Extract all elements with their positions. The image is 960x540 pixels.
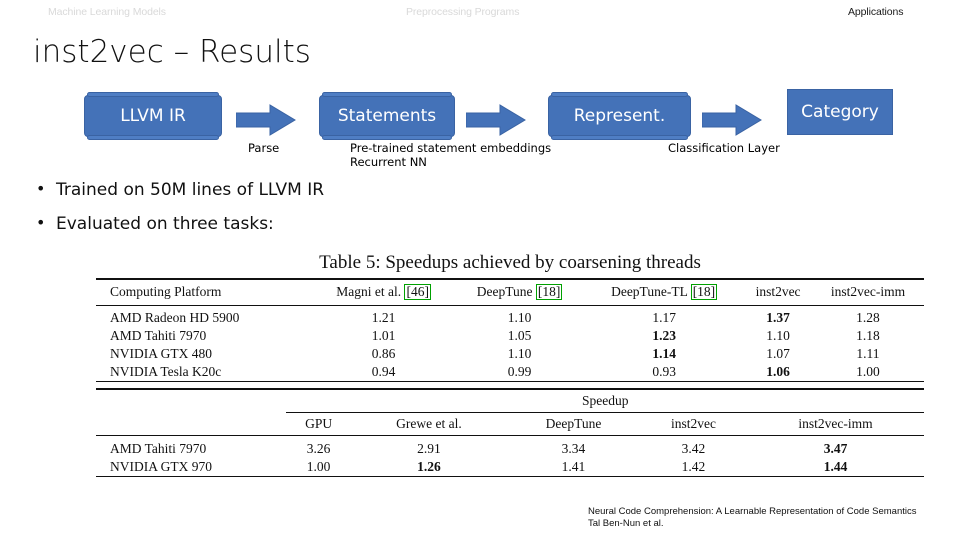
table1-caption: Table 5: Speedups achieved by coarsening… [319, 252, 701, 273]
flow-caption-classification-line1: Classification Layer [668, 141, 780, 155]
table2-cell-value: 1.00 [306, 459, 331, 475]
flow-caption-parse-line1: Parse [248, 141, 280, 155]
source-citation-title: Neural Code Comprehension: A Learnable R… [588, 506, 917, 517]
flow-box-statements-label: Statements [337, 106, 437, 126]
table2-col-grewe: Grewe et al. [396, 416, 462, 432]
table1-cell-platform: AMD Radeon HD 5900 [110, 310, 240, 326]
table2-header-row: GPU Grewe et al. DeepTune inst2vec inst2… [96, 413, 924, 436]
flow-box-llvm-ir-label: LLVM IR [120, 106, 186, 126]
citation-18[interactable]: [18] [535, 284, 563, 301]
table1-cell-value: 1.18 [856, 328, 880, 344]
flow-box-llvm-ir[interactable]: LLVM IR [84, 92, 222, 140]
table2-col-gpu: GPU [305, 416, 333, 432]
table1-cell-value: 1.10 [507, 346, 532, 362]
table-row: AMD Tahiti 7970 3.26 2.91 3.34 3.42 3.47 [96, 436, 924, 459]
table1-cell-value: 1.01 [371, 328, 396, 344]
table1-cell-platform: NVIDIA Tesla K20c [110, 364, 222, 380]
flow-box-statements[interactable]: Statements [319, 92, 455, 140]
table1-cell-value: 1.37 [766, 310, 790, 326]
list-item: Evaluated on three tasks: [34, 213, 634, 234]
table2-col-deeptune: DeepTune [545, 416, 602, 432]
flow-box-represent-label: Represent. [573, 106, 666, 126]
table2-group-header-row: Speedup [96, 389, 924, 414]
table2-cell-value: 1.42 [681, 459, 706, 475]
header-label-applications: Applications [848, 6, 904, 18]
table1-cell-value: 1.07 [766, 346, 790, 362]
table1-cell-value: 1.10 [507, 310, 532, 326]
table1-cell-value: 0.86 [371, 346, 396, 362]
table1-col-deeptune-tl: DeepTune-TL [18] [611, 284, 718, 301]
table2-cell-value: 2.91 [417, 441, 441, 457]
flow-caption-embeddings: Pre-trained statement embeddings Recurre… [350, 141, 551, 169]
table2-cell-platform: NVIDIA GTX 970 [110, 459, 212, 475]
table2-col-inst2vec-imm: inst2vec-imm [798, 416, 873, 432]
table2-cell-platform: AMD Tahiti 7970 [110, 441, 207, 457]
results-figure: Table 5: Speedups achieved by coarsening… [96, 252, 924, 477]
table-speedup-devmap: Speedup GPU Grewe et al. DeepTune inst2v… [96, 388, 924, 477]
flow-box-represent[interactable]: Represent. [548, 92, 691, 140]
table1-cell-platform: NVIDIA GTX 480 [110, 346, 212, 362]
table1-cell-value: 1.28 [856, 310, 880, 326]
table2-wrapper: Speedup GPU Grewe et al. DeepTune inst2v… [96, 388, 924, 477]
flow-caption-embeddings-line1: Pre-trained statement embeddings [350, 141, 552, 155]
table-row: NVIDIA GTX 970 1.00 1.26 1.41 1.42 1.44 [96, 458, 924, 477]
table2-cell-value: 3.26 [306, 441, 331, 457]
table1-col-platform: Computing Platform [110, 284, 222, 300]
table1-col-inst2vec-imm: inst2vec-imm [830, 284, 906, 300]
table1-cell-value: 1.14 [652, 346, 676, 362]
table1-cell-value: 0.94 [371, 364, 396, 380]
page-title: inst2vec – Results [33, 34, 311, 70]
table-speedups-coarsening: Computing Platform Magni et al. [46] Dee… [96, 278, 924, 382]
table1-cell-value: 1.23 [652, 328, 676, 344]
flow-box-category[interactable]: Category [787, 89, 893, 135]
citation-46[interactable]: [46] [404, 284, 431, 301]
table1-cell-value: 1.11 [856, 346, 880, 362]
list-item: Trained on 50M lines of LLVM IR [34, 179, 634, 200]
source-citation-authors: Tal Ben-Nun et al. [588, 518, 664, 529]
flow-arrow-2 [466, 104, 526, 136]
table1-cell-value: 1.05 [507, 328, 532, 344]
table2-cell-value: 3.34 [561, 441, 586, 457]
table2-group-header-speedup: Speedup [286, 389, 924, 414]
header-label-preprocessing-programs: Preprocessing Programs [406, 6, 520, 18]
table2-cell-value: 1.41 [561, 459, 586, 475]
table1-cell-value: 1.00 [856, 364, 880, 380]
table-row: AMD Radeon HD 5900 1.21 1.10 1.17 1.37 1… [96, 306, 924, 328]
pipeline-diagram: LLVM IR Statements Represent. Category P… [0, 82, 960, 178]
source-citation: Neural Code Comprehension: A Learnable R… [588, 506, 916, 530]
flow-box-category-label: Category [801, 102, 879, 122]
table1-cell-value: 1.10 [766, 328, 790, 344]
flow-arrow-1 [236, 104, 296, 136]
flow-caption-embeddings-line2: Recurrent NN [350, 155, 427, 169]
slide-running-header: Machine Learning Models Preprocessing Pr… [0, 6, 960, 24]
table1-col-inst2vec: inst2vec [755, 284, 801, 300]
table-row: NVIDIA Tesla K20c 0.94 0.99 0.93 1.06 1.… [96, 363, 924, 382]
table2-cell-value: 1.26 [417, 459, 441, 475]
table1-col-magni: Magni et al. [46] [336, 284, 431, 301]
table-row: NVIDIA GTX 480 0.86 1.10 1.14 1.07 1.11 [96, 345, 924, 363]
table2-cell-value: 3.42 [681, 441, 706, 457]
table2-cell-value: 3.47 [823, 441, 848, 457]
bullet-list: Trained on 50M lines of LLVM IR Evaluate… [34, 179, 634, 248]
table2-spacer-cell [96, 389, 286, 413]
flow-arrow-3 [702, 104, 762, 136]
table1-cell-platform: AMD Tahiti 7970 [110, 328, 207, 344]
flow-caption-classification: Classification Layer [668, 141, 780, 155]
table2-col-blank [96, 413, 286, 436]
table1-cell-value: 1.17 [652, 310, 676, 326]
table1-cell-value: 0.93 [652, 364, 676, 380]
table2-col-inst2vec: inst2vec [670, 416, 716, 432]
table1-cell-value: 1.06 [766, 364, 790, 380]
table-row: AMD Tahiti 7970 1.01 1.05 1.23 1.10 1.18 [96, 327, 924, 345]
citation-18-b[interactable]: [18] [690, 284, 718, 301]
flow-caption-parse: Parse [248, 141, 279, 155]
table1-cell-value: 1.21 [371, 310, 396, 326]
table1-col-deeptune: DeepTune [18] [476, 284, 563, 301]
header-label-machine-learning-models: Machine Learning Models [48, 6, 166, 18]
table2-cell-value: 1.44 [823, 459, 848, 475]
table1-cell-value: 0.99 [507, 364, 532, 380]
